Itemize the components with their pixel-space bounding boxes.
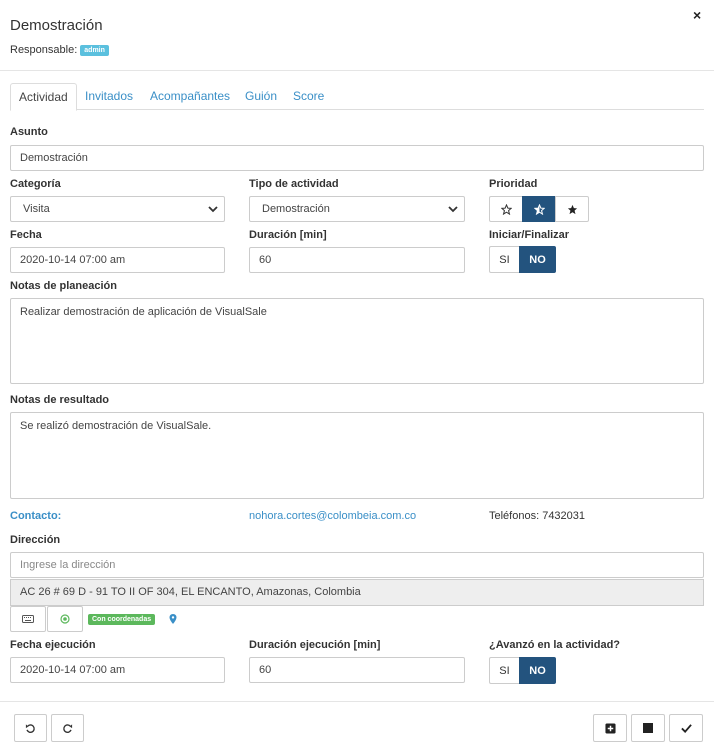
- direccion-tools: Con coordenadas: [10, 606, 177, 632]
- iniciar-no-button[interactable]: NO: [519, 246, 556, 273]
- undo-icon: [25, 723, 35, 733]
- map-marker-icon[interactable]: [169, 614, 177, 624]
- notas-resultado-label: Notas de resultado: [10, 394, 110, 406]
- tipo-value: Demostración: [262, 203, 330, 215]
- coordenadas-badge: Con coordenadas: [88, 613, 156, 625]
- responsable-badge: admin: [80, 44, 109, 56]
- direccion-result[interactable]: AC 26 # 69 D - 91 TO II OF 304, EL ENCAN…: [10, 579, 704, 606]
- keyboard-icon: [22, 615, 34, 623]
- tab-acompanantes[interactable]: Acompañantes: [150, 83, 230, 110]
- star-half-icon: [533, 203, 545, 215]
- prioridad-label: Prioridad: [489, 178, 538, 190]
- categoria-value: Visita: [23, 203, 50, 215]
- asunto-label: Asunto: [10, 126, 48, 138]
- save-button[interactable]: [669, 714, 703, 742]
- categoria-select[interactable]: Visita: [10, 196, 225, 222]
- notas-resultado-textarea[interactable]: Se realizó demostración de VisualSale.: [10, 412, 704, 499]
- asunto-input[interactable]: [10, 145, 704, 171]
- iniciar-toggle: SI NO: [489, 246, 556, 273]
- duracion-ejecucion-input[interactable]: [249, 657, 465, 683]
- responsable-label: Responsable:: [10, 44, 78, 56]
- stop-button[interactable]: [631, 714, 665, 742]
- star-empty-icon: [500, 203, 512, 215]
- chevron-down-icon: [448, 206, 458, 213]
- prioridad-alta-button[interactable]: [555, 196, 589, 222]
- star-full-icon: [567, 204, 577, 214]
- redo-icon: [63, 723, 73, 733]
- fecha-label: Fecha: [10, 229, 42, 241]
- plus-square-icon: [604, 722, 616, 734]
- modal-footer: [0, 701, 714, 751]
- responsable: Responsable: admin: [10, 44, 109, 56]
- contacto-telefonos: Teléfonos: 7432031: [489, 510, 586, 522]
- keyboard-button[interactable]: [10, 606, 46, 632]
- direccion-label: Dirección: [10, 534, 61, 546]
- check-icon: [680, 724, 692, 733]
- add-button[interactable]: [593, 714, 627, 742]
- categoria-label: Categoría: [10, 178, 61, 190]
- fecha-ejecucion-input[interactable]: [10, 657, 225, 683]
- close-icon[interactable]: ×: [693, 7, 701, 23]
- iniciar-si-button[interactable]: SI: [489, 246, 519, 273]
- target-icon: [60, 614, 70, 624]
- duracion-input[interactable]: [249, 247, 465, 273]
- fecha-ejecucion-label: Fecha ejecución: [10, 639, 96, 651]
- tipo-label: Tipo de actividad: [249, 178, 339, 190]
- avanzo-no-button[interactable]: NO: [519, 657, 556, 684]
- notas-planeacion-textarea[interactable]: Realizar demostración de aplicación de V…: [10, 298, 704, 384]
- fecha-input[interactable]: [10, 247, 225, 273]
- tab-score[interactable]: Score: [293, 83, 324, 110]
- chevron-down-icon: [208, 206, 218, 213]
- locate-button[interactable]: [47, 606, 83, 632]
- prioridad-baja-button[interactable]: [489, 196, 523, 222]
- tab-invitados[interactable]: Invitados: [85, 83, 133, 110]
- duracion-label: Duración [min]: [249, 229, 327, 241]
- tab-actividad[interactable]: Actividad: [10, 83, 77, 111]
- redo-button[interactable]: [51, 714, 84, 742]
- modal-title: Demostración: [10, 17, 103, 34]
- avanzo-label: ¿Avanzó en la actividad?: [489, 639, 621, 651]
- contacto-label[interactable]: Contacto:: [10, 510, 61, 522]
- prioridad-group: [489, 196, 589, 222]
- iniciar-label: Iniciar/Finalizar: [489, 229, 570, 241]
- modal-header: Demostración × Responsable: admin: [0, 0, 714, 71]
- avanzo-si-button[interactable]: SI: [489, 657, 519, 684]
- notas-planeacion-label: Notas de planeación: [10, 280, 117, 292]
- tab-guion[interactable]: Guión: [245, 83, 277, 110]
- direccion-input[interactable]: [10, 552, 704, 578]
- stop-icon: [643, 723, 653, 733]
- undo-button[interactable]: [14, 714, 47, 742]
- prioridad-media-button[interactable]: [522, 196, 556, 222]
- contacto-email-link[interactable]: nohora.cortes@colombeia.com.co: [249, 510, 416, 522]
- avanzo-toggle: SI NO: [489, 657, 556, 684]
- duracion-ejecucion-label: Duración ejecución [min]: [249, 639, 381, 651]
- tipo-select[interactable]: Demostración: [249, 196, 465, 222]
- tab-bar: Actividad Invitados Acompañantes Guión S…: [10, 83, 704, 111]
